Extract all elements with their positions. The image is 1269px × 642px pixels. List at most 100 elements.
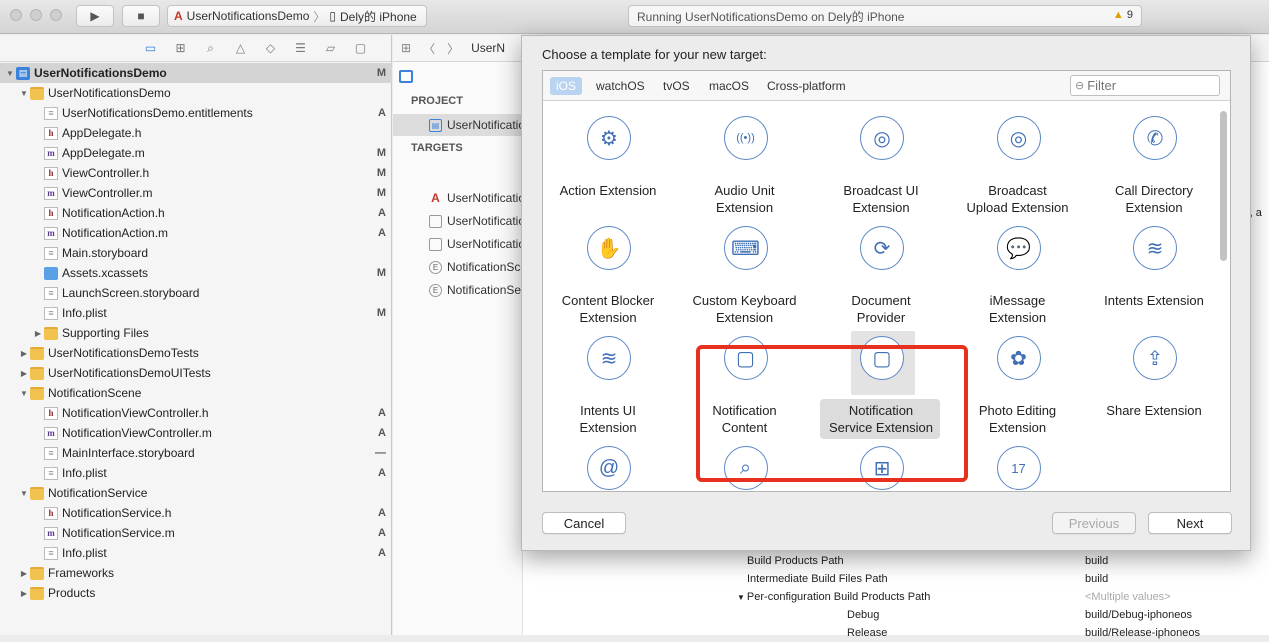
folder-navigator-icon[interactable]: ▭	[143, 41, 159, 55]
issue-navigator-icon[interactable]: △	[233, 41, 249, 55]
template-tile[interactable]: ⌨ Custom Keyboard Extension	[680, 211, 810, 325]
jump-bar-item[interactable]: UserN	[471, 41, 505, 55]
file-tree-item-label: UserNotificationsDemoUITests	[48, 366, 211, 380]
file-tree-item[interactable]: h NotificationViewController.h A	[0, 403, 392, 423]
file-tree-item[interactable]: h ViewController.h M	[0, 163, 392, 183]
template-tile[interactable]: ≋ Intents UI Extension	[543, 321, 673, 435]
cancel-button[interactable]: Cancel	[542, 512, 626, 534]
target-item[interactable]: UserNotificationsDemoTests	[393, 210, 523, 232]
template-tile[interactable]: 17	[953, 431, 1083, 491]
forward-icon[interactable]: 〉	[447, 40, 459, 57]
file-tree-item[interactable]: ▼ NotificationService	[0, 483, 392, 503]
report-navigator-icon[interactable]: ▢	[353, 41, 369, 55]
disclosure-open-icon[interactable]: ▼	[18, 89, 30, 98]
file-tree-item[interactable]: ▶ Frameworks	[0, 563, 392, 583]
file-tree-item[interactable]: ▼ NotificationScene	[0, 383, 392, 403]
file-tree-item[interactable]: m ViewController.m M	[0, 183, 392, 203]
related-items-icon[interactable]: ⊞	[401, 41, 411, 55]
disclosure-open-icon[interactable]: ▼	[4, 69, 16, 78]
debug-navigator-icon[interactable]: ☰	[293, 41, 309, 55]
platform-tab[interactable]: macOS	[703, 77, 755, 95]
template-tile[interactable]: 💬 iMessage Extension	[953, 211, 1083, 325]
sidebar-toggle-icon[interactable]	[399, 70, 413, 83]
next-button[interactable]: Next	[1148, 512, 1232, 534]
file-tree-item[interactable]: ≡ LaunchScreen.storyboard	[0, 283, 392, 303]
disclosure-open-icon[interactable]: ▼	[737, 593, 745, 602]
disclosure-closed-icon[interactable]: ▶	[18, 569, 30, 578]
template-tile[interactable]: ◎ Broadcast Upload Extension	[953, 102, 1083, 215]
folder-icon	[30, 386, 44, 400]
file-tree-item[interactable]: ▶ Supporting Files	[0, 323, 392, 343]
template-tile[interactable]: ✆ Call Directory Extension	[1089, 102, 1218, 215]
file-tree-item[interactable]: ≡ MainInterface.storyboard —	[0, 443, 392, 463]
template-tile[interactable]: ⇪ Share Extension	[1089, 321, 1218, 431]
file-tree-item[interactable]: ▼ ▤ UserNotificationsDemo M	[0, 63, 392, 83]
file-tree-item[interactable]: ▶ UserNotificationsDemoTests	[0, 343, 392, 363]
file-tree-item[interactable]: m NotificationService.m A	[0, 523, 392, 543]
breakpoint-navigator-icon[interactable]: ▱	[323, 41, 339, 55]
test-navigator-icon[interactable]: ◇	[263, 41, 279, 55]
disclosure-closed-icon[interactable]: ▶	[18, 349, 30, 358]
project-item[interactable]: ▤ UserNotificationsDemo	[393, 114, 523, 136]
hierarchy-navigator-icon[interactable]: ⊞	[173, 41, 189, 55]
file-tree-item[interactable]: ▶ UserNotificationsDemoUITests	[0, 363, 392, 383]
file-tree-item[interactable]: h NotificationService.h A	[0, 503, 392, 523]
platform-tab[interactable]: tvOS	[657, 77, 696, 95]
template-tile[interactable]: @	[543, 431, 673, 491]
file-tree-item[interactable]: ▶ Products	[0, 583, 392, 603]
template-tile[interactable]: ⚙ Action Extension	[543, 102, 673, 211]
file-tree-item[interactable]: ≡ Info.plist A	[0, 463, 392, 483]
stop-button[interactable]: ■	[122, 5, 160, 27]
status-text: Running UserNotificationsDemo on Dely的 i…	[637, 9, 905, 24]
template-tile[interactable]: ◎ Broadcast UI Extension	[816, 102, 946, 215]
build-setting-row[interactable]: Debug build/Debug-iphoneos	[733, 606, 1269, 624]
platform-tab[interactable]: watchOS	[590, 77, 651, 95]
back-icon[interactable]: 〈	[423, 40, 435, 57]
disclosure-open-icon[interactable]: ▼	[18, 489, 30, 498]
hand-icon: ✋	[587, 226, 631, 270]
file-tree-item[interactable]: ▼ UserNotificationsDemo	[0, 83, 392, 103]
previous-button[interactable]: Previous	[1052, 512, 1136, 534]
target-item[interactable]: UserNotificationsDemoUITests	[393, 233, 523, 255]
disclosure-closed-icon[interactable]: ▶	[18, 369, 30, 378]
file-tree-item[interactable]: m NotificationViewController.m A	[0, 423, 392, 443]
minimize-window-button[interactable]	[30, 9, 42, 21]
file-tree-item[interactable]: h AppDelegate.h	[0, 123, 392, 143]
filter-input[interactable]	[1087, 78, 1208, 93]
file-tree-item[interactable]: h NotificationAction.h A	[0, 203, 392, 223]
file-tree-item[interactable]: m NotificationAction.m A	[0, 223, 392, 243]
disclosure-closed-icon[interactable]: ▶	[32, 329, 44, 338]
scheme-selector[interactable]: A UserNotificationsDemo 〉 ▯ Dely的 iPhone	[167, 5, 427, 27]
build-setting-row[interactable]: ▼ Per-configuration Build Products Path <M…	[733, 588, 1269, 606]
file-tree-item[interactable]: ≡ Info.plist M	[0, 303, 392, 323]
ext-icon: E	[429, 283, 442, 297]
template-tile[interactable]: ✿ Photo Editing Extension	[953, 321, 1083, 435]
platform-tab[interactable]: Cross-platform	[761, 77, 852, 95]
template-tile[interactable]: ((•)) Audio Unit Extension	[680, 102, 810, 215]
template-scrollbar[interactable]	[1220, 111, 1227, 261]
file-tree-item[interactable]: ≡ Info.plist A	[0, 543, 392, 563]
file-tree-item[interactable]: ≡ Main.storyboard	[0, 243, 392, 263]
warning-count[interactable]: ▲ 9	[1113, 9, 1133, 21]
close-window-button[interactable]	[10, 9, 22, 21]
warning-count-value: 9	[1126, 9, 1133, 21]
run-button[interactable]: ▶	[76, 5, 114, 27]
target-item[interactable]: A UserNotificationsDemo	[393, 187, 523, 209]
target-item[interactable]: E NotificationScene	[393, 256, 523, 278]
disclosure-closed-icon[interactable]: ▶	[18, 589, 30, 598]
build-setting-row[interactable]: Intermediate Build Files Path build	[733, 570, 1269, 588]
build-setting-row[interactable]: Release build/Release-iphoneos	[733, 624, 1269, 642]
filter-field[interactable]: ⊖	[1070, 75, 1220, 96]
platform-tab[interactable]: iOS	[550, 77, 583, 95]
target-item[interactable]: E NotificationService	[393, 279, 523, 301]
zoom-window-button[interactable]	[50, 9, 62, 21]
build-setting-row[interactable]: Build Products Path build	[733, 552, 1269, 570]
template-tile[interactable]: ⟳ Document Provider	[816, 211, 946, 325]
file-tree-item[interactable]: ≡ UserNotificationsDemo.entitlements A	[0, 103, 392, 123]
file-tree-item[interactable]: m AppDelegate.m M	[0, 143, 392, 163]
search-navigator-icon[interactable]: ⌕	[203, 41, 219, 55]
file-tree-item[interactable]: Assets.xcassets M	[0, 263, 392, 283]
template-tile[interactable]: ≋ Intents Extension	[1089, 211, 1218, 321]
disclosure-open-icon[interactable]: ▼	[18, 389, 30, 398]
template-tile[interactable]: ✋ Content Blocker Extension	[543, 211, 673, 325]
